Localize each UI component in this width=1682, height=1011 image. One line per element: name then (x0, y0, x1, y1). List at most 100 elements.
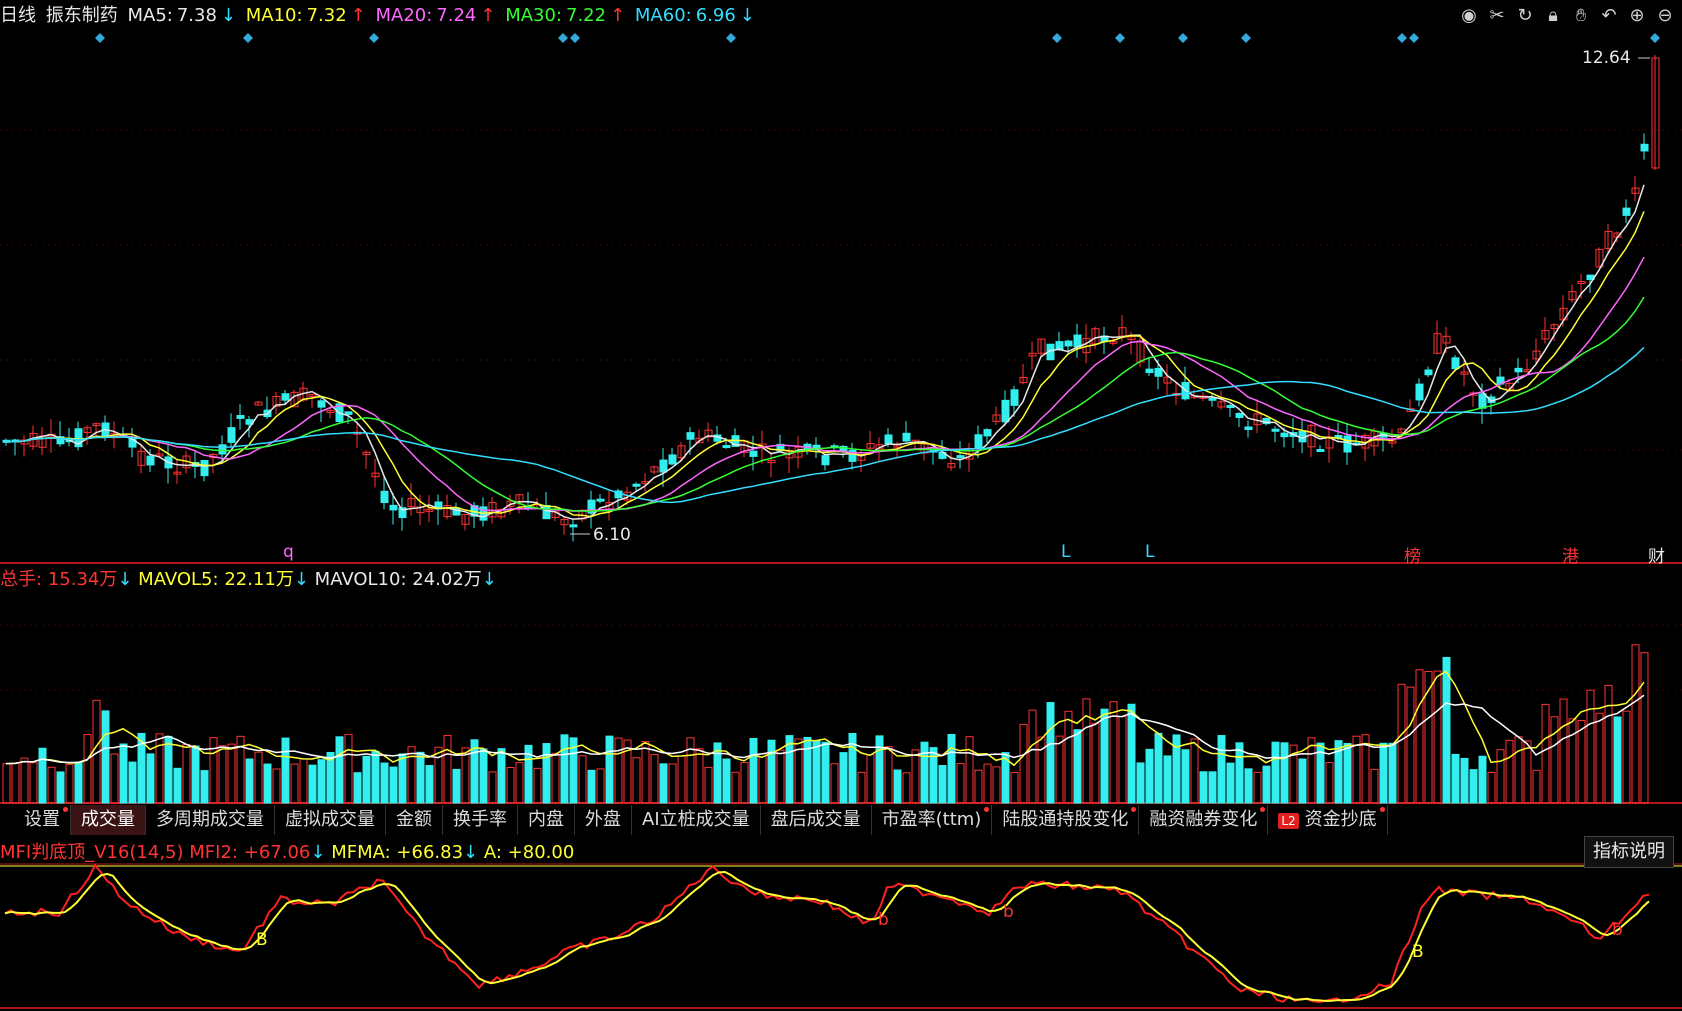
tab-label: AI立桩成交量 (642, 809, 750, 830)
volume-bar (353, 772, 362, 804)
tab-dot (984, 807, 990, 812)
ma10-value: 7.32 (306, 5, 347, 26)
candle-body (821, 455, 830, 466)
volume-bar (1532, 769, 1541, 804)
volume-bar (605, 735, 614, 804)
candle-body (317, 400, 326, 408)
volume-bar (956, 763, 965, 804)
volume-bar (677, 755, 686, 804)
mfi-signal-b5: b (1612, 920, 1623, 940)
volume-bar (965, 736, 974, 804)
marker-gang: 港 (1562, 547, 1579, 567)
volume-bar (227, 743, 236, 804)
volume-bar (398, 753, 407, 804)
hand-icon[interactable]: ✋︎ (1570, 3, 1592, 27)
volume-bar (308, 764, 317, 804)
volume-bar (1325, 762, 1334, 804)
tab-0[interactable]: 设置 (14, 805, 71, 835)
volume-bar (1163, 755, 1172, 804)
mfi2-value: +67.06 (243, 842, 311, 863)
undo-icon[interactable]: ↶ (1598, 3, 1620, 27)
mavol5-label: MAVOL5: (138, 569, 219, 590)
volume-bar (56, 771, 65, 804)
volume-bar (47, 766, 56, 804)
volume-bar (1253, 771, 1262, 804)
volume-bar (776, 749, 785, 804)
volume-bar (1469, 769, 1478, 804)
tab-1[interactable]: 成交量 (71, 805, 146, 835)
volume-bar (452, 768, 461, 804)
ma10-arrow: ↑ (350, 5, 366, 26)
candle-body (974, 434, 983, 450)
event-diamond-6 (1052, 33, 1062, 43)
volume-bar (1559, 698, 1568, 804)
volume-bar (425, 765, 434, 804)
volume-bar (884, 746, 893, 804)
candle-body (1145, 368, 1154, 374)
volume-bar (722, 758, 731, 804)
candle-body (1244, 426, 1253, 430)
refresh-icon[interactable]: ↻ (1514, 3, 1536, 27)
candle-body (1343, 435, 1352, 453)
volume-bar (740, 762, 749, 804)
tab-label: 金额 (396, 809, 432, 830)
volume-bar (659, 763, 668, 804)
tab-label: 成交量 (81, 809, 135, 830)
mfma-label: MFMA: (331, 842, 391, 863)
candle-body (1055, 341, 1064, 350)
volume-bar (65, 763, 74, 804)
volume-bar (992, 766, 1001, 804)
tab-10[interactable]: 市盈率(ttm) (872, 805, 993, 835)
volume-bar (1631, 644, 1640, 804)
period-label: 日线 (0, 5, 36, 26)
volume-bar (1082, 698, 1091, 804)
eye-icon[interactable]: ◉ (1458, 3, 1480, 27)
volume-bar (101, 710, 110, 804)
tab-11[interactable]: 陆股通持股变化 (992, 805, 1140, 835)
tab-12[interactable]: 融资融券变化 (1139, 805, 1269, 835)
scissors-icon[interactable]: ✂ (1486, 3, 1508, 27)
volume-bar (830, 763, 839, 804)
volume-bar (254, 751, 263, 804)
candle-body (956, 455, 965, 459)
indicator-explain-button[interactable]: 指标说明 (1584, 836, 1674, 868)
tab-4[interactable]: 金额 (386, 805, 443, 835)
candle-body (1415, 383, 1424, 401)
zoom-out-icon[interactable]: ⊖ (1654, 3, 1676, 27)
volume-bar (641, 741, 650, 804)
tab-dot (1379, 807, 1385, 812)
zoom-in-icon[interactable]: ⊕ (1626, 3, 1648, 27)
volume-bar (1379, 742, 1388, 804)
volume-bar (281, 737, 290, 804)
lock-icon[interactable]: 🔒︎ (1542, 3, 1564, 27)
candle-body (668, 454, 677, 465)
candle-body (1064, 340, 1073, 347)
volume-bar (1433, 670, 1442, 804)
ma5-value: 7.38 (176, 5, 217, 26)
candle-body (884, 434, 893, 445)
tab-7[interactable]: 外盘 (575, 805, 632, 835)
tab-8[interactable]: AI立桩成交量 (632, 805, 761, 835)
volume-bar (839, 752, 848, 804)
volume-bar (668, 763, 677, 804)
volume-bar (1235, 742, 1244, 804)
volume-bar (542, 743, 551, 804)
candle-body (1478, 393, 1487, 409)
tab-6[interactable]: 内盘 (518, 805, 575, 835)
mfma-arrow: ↓ (463, 842, 479, 863)
tab-3[interactable]: 虚拟成交量 (275, 805, 386, 835)
volume-bar (1550, 716, 1559, 804)
tab-2[interactable]: 多周期成交量 (146, 805, 275, 835)
tab-5[interactable]: 换手率 (443, 805, 518, 835)
tab-label: 换手率 (453, 809, 507, 830)
ma30-value: 7.22 (566, 5, 607, 26)
tab-label: 外盘 (585, 809, 621, 830)
tab-13[interactable]: L2 资金抄底 (1268, 805, 1388, 835)
volume-bar (1073, 729, 1082, 804)
candle-body (1280, 432, 1289, 438)
volume-bar (1118, 716, 1127, 804)
event-diamond-3 (558, 33, 568, 43)
tab-9[interactable]: 盘后成交量 (761, 805, 872, 835)
candle-body (218, 444, 227, 455)
ma20-value: 7.24 (436, 5, 477, 26)
